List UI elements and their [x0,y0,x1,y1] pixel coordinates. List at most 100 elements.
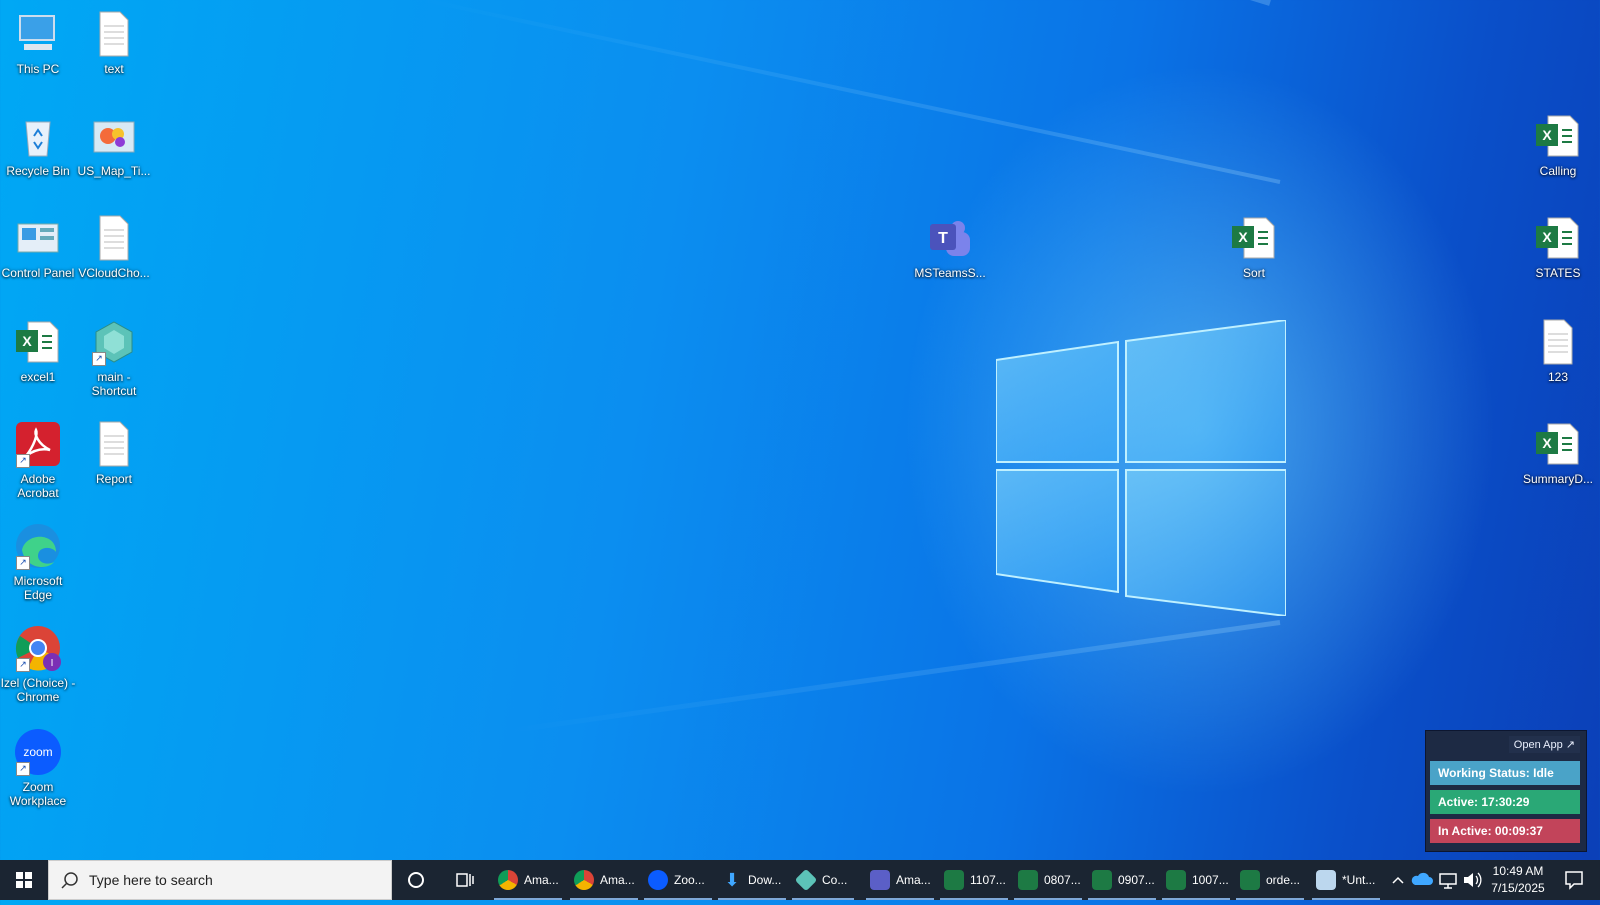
desktop-icon-adobe-acrobat[interactable]: ↗ Adobe Acrobat [0,420,76,500]
desktop-icon-chrome[interactable]: I ↗ Izel (Choice) - Chrome [0,624,76,704]
taskbar-app-downloads[interactable]: ⬇ Dow... [718,860,786,900]
taskbar-app-chrome-2[interactable]: Ama... [570,860,638,900]
icon-label: US_Map_Ti... [77,164,151,178]
shortcut-arrow-icon: ↗ [16,454,30,468]
task-view-button[interactable] [448,860,480,900]
svg-text:T: T [938,230,948,247]
clock-time: 10:49 AM [1492,864,1544,878]
desktop-icon-microsoft-edge[interactable]: ↗ Microsoft Edge [0,522,76,602]
excel-icon: X [1534,112,1582,160]
shortcut-arrow-icon: ↗ [16,762,30,776]
app-icon [794,868,818,892]
desktop-icon-us-map[interactable]: US_Map_Ti... [76,112,152,178]
desktop-icon-123[interactable]: 123 [1520,318,1596,384]
desktop-icon-main-shortcut[interactable]: ↗ main - Shortcut [76,318,152,398]
icon-label: Report [95,472,133,486]
open-app-button[interactable]: Open App ↗ [1508,736,1580,753]
volume-tray-button[interactable] [1460,860,1484,900]
icon-label: VCloudCho... [78,266,150,280]
icon-label: Calling [1539,164,1577,178]
desktop-icon-vcloud[interactable]: VCloudCho... [76,214,152,280]
active-time-row: Active: 17:30:29 [1430,790,1580,814]
excel-icon [1240,870,1260,890]
control-panel-icon [14,214,62,262]
taskbar-app-excel-5[interactable]: orde... [1236,860,1304,900]
notification-icon [1565,871,1583,890]
taskbar-app-label: 0807... [1044,873,1081,887]
desktop-icon-control-panel[interactable]: Control Panel [0,214,76,280]
excel-icon: X [14,318,62,366]
icon-label: Izel (Choice) - Chrome [0,676,76,704]
desktop-icon-states[interactable]: X STATES [1520,214,1596,280]
cortana-circle-icon [408,872,424,888]
desktop-icon-msteams[interactable]: T MSTeamsS... [912,214,988,280]
desktop-icon-sort[interactable]: X Sort [1216,214,1292,280]
svg-text:X: X [1542,127,1552,143]
network-tray-button[interactable] [1436,860,1460,900]
svg-text:X: X [1542,435,1552,451]
icon-label: This PC [16,62,60,76]
taskbar-app-excel-2[interactable]: 0807... [1014,860,1082,900]
taskbar-app-label: *Unt... [1342,873,1376,887]
icon-label: 123 [1547,370,1569,384]
excel-icon: X [1534,420,1582,468]
icon-label: Microsoft Edge [13,574,63,602]
windows-logo-wallpaper [995,318,1287,618]
taskbar-clock[interactable]: 10:49 AM 7/15/2025 [1486,863,1550,897]
network-icon [1439,873,1457,889]
search-icon [61,872,78,889]
text-file-icon [90,10,138,58]
speaker-icon [1464,872,1482,888]
windows-start-icon [16,872,32,888]
notifications-button[interactable] [1556,860,1592,900]
icon-label: Recycle Bin [6,164,70,178]
app-shortcut-icon: ↗ [90,318,138,366]
taskbar-app-chrome-1[interactable]: Ama... [494,860,562,900]
cortana-button[interactable] [400,860,432,900]
clock-date: 7/15/2025 [1491,881,1545,895]
tray-overflow-button[interactable] [1388,860,1408,900]
taskbar-app-excel-4[interactable]: 1007... [1162,860,1230,900]
start-button[interactable] [0,860,48,900]
desktop-icon-calling[interactable]: X Calling [1520,112,1596,178]
desktop: This PC text Recycle Bin US_Map_Ti... Co… [0,0,1600,860]
excel-icon [944,870,964,890]
svg-text:X: X [1238,229,1248,245]
onedrive-tray-button[interactable] [1410,860,1434,900]
edge-icon: ↗ [14,522,62,570]
taskbar-app-excel-1[interactable]: 1107... [940,860,1008,900]
svg-text:X: X [22,333,32,349]
excel-icon: X [1534,214,1582,262]
download-icon: ⬇ [724,870,740,890]
desktop-icon-this-pc[interactable]: This PC [0,10,76,76]
taskbar-app-label: 0907... [1118,873,1155,887]
icon-label: STATES [1535,266,1581,280]
taskbar-app-excel-3[interactable]: 0907... [1088,860,1156,900]
desktop-icon-text[interactable]: text [76,10,152,76]
taskbar-app-co[interactable]: Co... [792,860,854,900]
taskbar-app-label: Co... [822,873,848,887]
icon-label: excel1 [20,370,56,384]
desktop-icon-zoom[interactable]: zoom ↗ Zoom Workplace [0,728,76,808]
text-file-icon [90,214,138,262]
recycle-bin-icon [14,112,62,160]
chrome-icon [498,870,518,890]
desktop-icon-recycle-bin[interactable]: Recycle Bin [0,112,76,178]
taskbar-search-box[interactable]: Type here to search [48,860,392,900]
desktop-icon-excel1[interactable]: X excel1 [0,318,76,384]
desktop-icon-report[interactable]: Report [76,420,152,486]
icon-label: Control Panel [1,266,75,280]
working-status-row: Working Status: Idle [1430,761,1580,785]
working-status-widget: Open App ↗ Working Status: Idle Active: … [1425,730,1587,852]
svg-text:zoom: zoom [23,745,52,759]
taskbar-app-zoom[interactable]: Zoo... [644,860,712,900]
zoom-icon: zoom ↗ [14,728,62,776]
taskbar-app-label: Ama... [600,873,635,887]
taskbar-app-teams[interactable]: Ama... [866,860,934,900]
taskbar-app-notepad[interactable]: *Unt... [1312,860,1380,900]
chrome-icon: I ↗ [14,624,62,672]
taskbar-app-label: Dow... [748,873,782,887]
desktop-icon-summary[interactable]: X SummaryD... [1520,420,1596,486]
light-ray [507,620,1281,734]
taskbar-app-label: Ama... [524,873,559,887]
